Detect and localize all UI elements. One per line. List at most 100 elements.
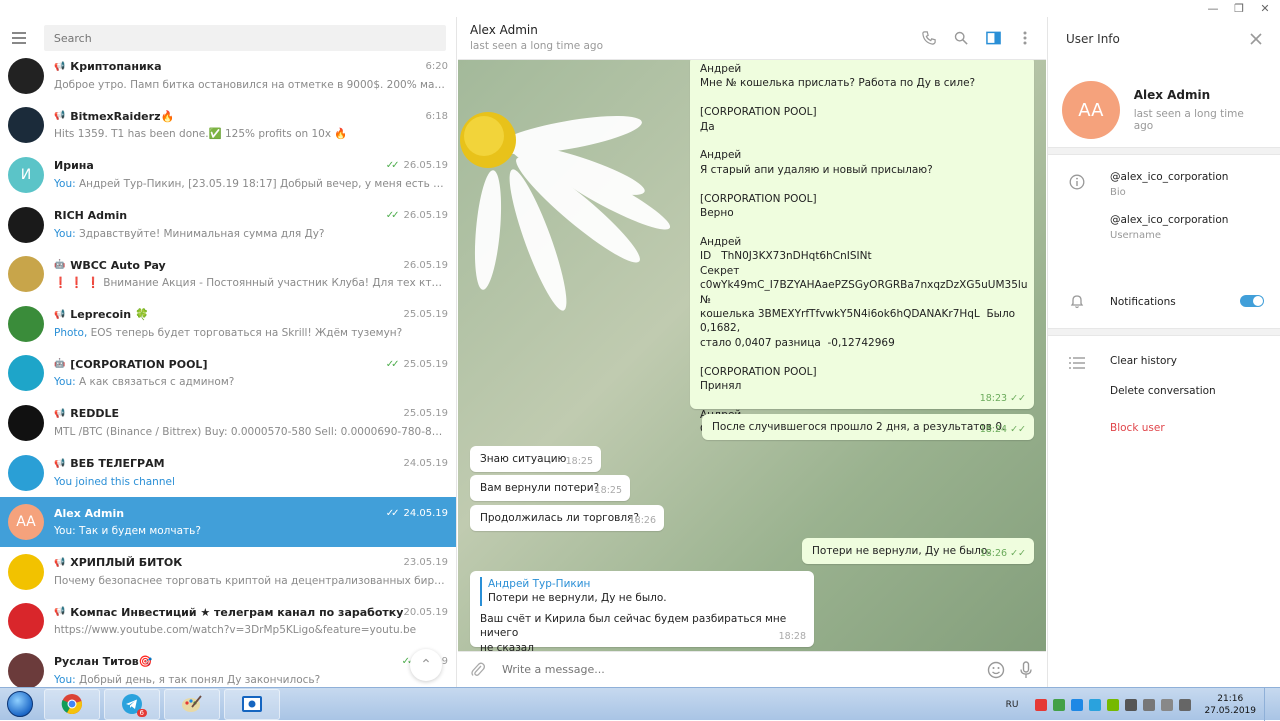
message-bubble[interactable]: Знаю ситуацию 18:25 xyxy=(470,446,601,472)
message-bubble[interactable]: Продолжилась ли торговля? 18:26 xyxy=(470,505,664,531)
chat-name: 📢 BitmexRaiderz🔥 xyxy=(54,109,175,123)
message-time: 18:25 xyxy=(565,455,593,467)
tray-icon[interactable] xyxy=(1035,698,1048,711)
block-user-link[interactable]: Block user xyxy=(1110,422,1165,434)
avatar xyxy=(8,553,44,590)
emoji-icon[interactable] xyxy=(986,660,1006,680)
menu-icon[interactable] xyxy=(10,31,32,45)
message-bubble-reply[interactable]: Андрей Тур-Пикин Потери не вернули, Ду н… xyxy=(470,571,814,651)
chat-name: 📢 ХРИПЛЫЙ БИТОК xyxy=(54,556,183,570)
chat-preview: Hits 1359. T1 has been done.✅ 125% profi… xyxy=(54,128,348,141)
microphone-icon[interactable] xyxy=(1016,660,1036,680)
telegram-taskbar-button[interactable]: 6 xyxy=(104,688,160,720)
chat-time: ✓✓ 26.05.19 xyxy=(385,160,448,172)
megaphone-icon: 📢 xyxy=(54,61,66,72)
screenshot-taskbar-button[interactable] xyxy=(224,688,280,720)
chat-preview: You: Добрый день, я так понял Ду закончи… xyxy=(54,673,321,686)
show-desktop-button[interactable] xyxy=(1264,688,1274,721)
phone-icon[interactable] xyxy=(920,29,938,47)
more-vertical-icon[interactable] xyxy=(1016,29,1034,47)
chat-list-item[interactable]: 📢 Криптопаника 6:20 Доброе утро. Памп битк… xyxy=(0,51,456,101)
clear-history-link[interactable]: Clear history xyxy=(1110,355,1177,367)
attach-icon[interactable] xyxy=(468,660,488,680)
user-actions: Clear history Delete conversation Block … xyxy=(1048,336,1280,435)
chat-list-item[interactable]: 📢 ХРИПЛЫЙ БИТОК 23.05.19 Почему безопаснее… xyxy=(0,547,456,597)
message-input[interactable] xyxy=(488,663,976,676)
avatar xyxy=(8,652,44,687)
message-bubble[interactable]: Вам вернули потери? 18:25 xyxy=(470,475,630,501)
username-row[interactable]: @alex_ico_corporation Username xyxy=(1048,214,1280,241)
tray-icon[interactable] xyxy=(1071,698,1084,711)
message-composer xyxy=(458,651,1046,687)
avatar xyxy=(8,355,44,392)
message-text: После случившегося прошло 2 дня, а резул… xyxy=(712,421,1006,433)
scroll-up-icon[interactable]: ⌃ xyxy=(410,649,442,681)
megaphone-icon: 📢 xyxy=(54,408,66,419)
close-window-icon[interactable]: ✕ xyxy=(1258,2,1272,15)
paint-taskbar-button[interactable] xyxy=(164,688,220,720)
chat-list-item[interactable]: 🤖 [CORPORATION POOL] ✓✓ 25.05.19 You: А как … xyxy=(0,349,456,399)
chat-list-item[interactable]: 📢 ВЕБ ТЕЛЕГРАМ 24.05.19 You joined this cha… xyxy=(0,448,456,498)
language-indicator[interactable]: RU xyxy=(1006,700,1019,710)
chat-time: ✓✓ 24.05.19 xyxy=(385,507,448,519)
chat-list-item[interactable]: 📢 BitmexRaiderz🔥 6:18 Hits 1359. T1 has be… xyxy=(0,101,456,151)
chat-preview: You joined this channel xyxy=(54,475,175,488)
chat-list-item[interactable]: RICH Admin ✓✓ 26.05.19 You: Здравствуйте! М… xyxy=(0,200,456,250)
chat-list-item[interactable]: Руслан Титов🎯✓✓1...19You: Добрый день, я… xyxy=(0,646,456,687)
message-time: 18:23 xyxy=(979,392,1008,404)
message-time: 18:28 xyxy=(778,630,806,642)
bot-icon: 🤖 xyxy=(54,260,66,271)
tray-icon[interactable] xyxy=(1125,698,1138,711)
bio-label: Bio xyxy=(1110,187,1126,198)
message-text: Андрей Мне № кошелька прислать? Работа п… xyxy=(700,63,1028,435)
message-text: Ваш счёт и Кирила был сейчас будем разби… xyxy=(480,612,787,651)
reply-quote[interactable]: Андрей Тур-Пикин Потери не вернули, Ду н… xyxy=(480,577,804,606)
avatar xyxy=(8,305,44,342)
username-value: @alex_ico_corporation xyxy=(1110,214,1229,226)
chat-panel: Alex Admin last seen a long time ago Анд… xyxy=(458,17,1046,687)
delete-conversation-link[interactable]: Delete conversation xyxy=(1110,385,1216,397)
network-icon[interactable] xyxy=(1161,698,1174,711)
tray-icon[interactable] xyxy=(1053,698,1066,711)
clock-date: 27.05.2019 xyxy=(1204,705,1256,716)
read-checks-icon: ✓✓ xyxy=(385,160,400,172)
message-bubble[interactable]: Потери не вернули, Ду не было. 18:26 ✓✓ xyxy=(802,538,1034,564)
bio-row[interactable]: @alex_ico_corporation Bio xyxy=(1048,171,1280,198)
chat-list-item[interactable]: 📢 Leprecoin 🍀 25.05.19 Photo, EOS теперь бу… xyxy=(0,299,456,349)
tray-icon[interactable] xyxy=(1089,698,1102,711)
chat-list-item[interactable]: AA Alex Admin ✓✓ 24.05.19 You: Так и будем м… xyxy=(0,497,456,547)
message-time: 18:24 xyxy=(979,423,1008,435)
sidebar-toggle-icon[interactable] xyxy=(984,29,1002,47)
chat-name: 📢 REDDLE xyxy=(54,407,119,421)
volume-icon[interactable] xyxy=(1179,698,1192,711)
chat-list-item[interactable]: 📢 REDDLE 25.05.19 MTL /BTC (Binance / Bitt… xyxy=(0,398,456,448)
clock-time: 21:16 xyxy=(1217,693,1244,704)
clock[interactable]: 21:16 27.05.2019 xyxy=(1204,693,1256,717)
chat-list-item[interactable]: И Ирина ✓✓ 26.05.19 You: Андрей Тур-Пикин, [… xyxy=(0,150,456,200)
avatar[interactable]: AA xyxy=(1062,81,1120,139)
search-input[interactable] xyxy=(43,25,446,51)
minimize-icon[interactable]: — xyxy=(1206,2,1220,15)
user-info-panel: User Info AA Alex Admin last seen a long… xyxy=(1047,17,1280,687)
notifications-toggle[interactable] xyxy=(1240,295,1264,307)
search-icon[interactable] xyxy=(952,29,970,47)
chat-name: Руслан Титов🎯 xyxy=(54,655,153,669)
chat-list-item[interactable]: 📢 Компас Инвестиций ★ телеграм канал по з… xyxy=(0,597,456,647)
chat-time: ✓✓ 25.05.19 xyxy=(385,358,448,370)
chat-time: 6:20 xyxy=(425,61,448,73)
close-icon[interactable] xyxy=(1248,31,1264,47)
read-checks-icon: ✓✓ xyxy=(385,210,400,222)
maximize-icon[interactable]: ❐ xyxy=(1232,2,1246,15)
tray-icon[interactable] xyxy=(1143,698,1156,711)
chrome-taskbar-button[interactable] xyxy=(44,688,100,720)
chat-list-item[interactable]: 🤖 WBCC Auto Pay 26.05.19 ❗ ❗ ❗ Внимание Ак… xyxy=(0,249,456,299)
read-checks-icon: ✓✓ xyxy=(1010,423,1026,435)
tray-icon[interactable] xyxy=(1107,698,1120,711)
start-button[interactable] xyxy=(0,688,40,721)
message-bubble[interactable]: После случившегося прошло 2 дня, а резул… xyxy=(702,414,1034,440)
notifications-label: Notifications xyxy=(1110,296,1176,308)
chat-time: 23.05.19 xyxy=(403,557,448,569)
message-bubble[interactable]: Андрей Мне № кошелька прислать? Работа п… xyxy=(690,60,1034,435)
megaphone-icon: 📢 xyxy=(54,111,66,122)
chat-preview: You: А как связаться с админом? xyxy=(54,376,235,389)
